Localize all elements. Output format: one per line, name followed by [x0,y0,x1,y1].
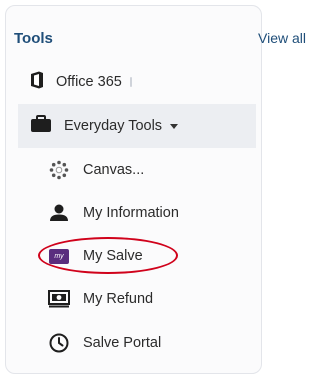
view-all-link[interactable]: View all [258,30,306,46]
briefcase-icon [30,114,52,138]
office-icon [30,71,44,94]
person-icon [48,204,70,222]
tools-panel [5,5,262,374]
subitem-label: My Information [83,205,179,221]
chevron-down-icon[interactable] [170,123,179,129]
subitem-label: Salve Portal [83,335,162,351]
my-badge-text: my [49,248,69,264]
subitem-salve-portal[interactable]: Salve Portal [48,331,161,355]
tools-header: Tools View all [14,30,306,47]
subitem-canvas[interactable]: Canvas... [48,158,144,182]
external-link-indicator [129,77,132,87]
subitem-my-refund[interactable]: My Refund [48,287,153,311]
my-badge-icon: my [48,248,70,264]
subitem-my-salve[interactable]: my My Salve [48,244,143,268]
clock-icon [48,333,70,353]
tools-title: Tools [14,30,53,47]
canvas-icon [48,160,70,180]
subitem-label: Canvas... [83,162,145,178]
tool-item-label: Office 365 [56,74,122,90]
subitem-label: My Salve [83,248,143,264]
subitem-my-information[interactable]: My Information [48,201,179,225]
subitem-label: My Refund [83,291,154,307]
tool-item-everyday-tools[interactable]: Everyday Tools [18,104,256,148]
tool-item-office-365[interactable]: Office 365 [30,71,132,94]
tool-item-label: Everyday Tools [64,118,163,134]
money-icon [48,290,70,308]
